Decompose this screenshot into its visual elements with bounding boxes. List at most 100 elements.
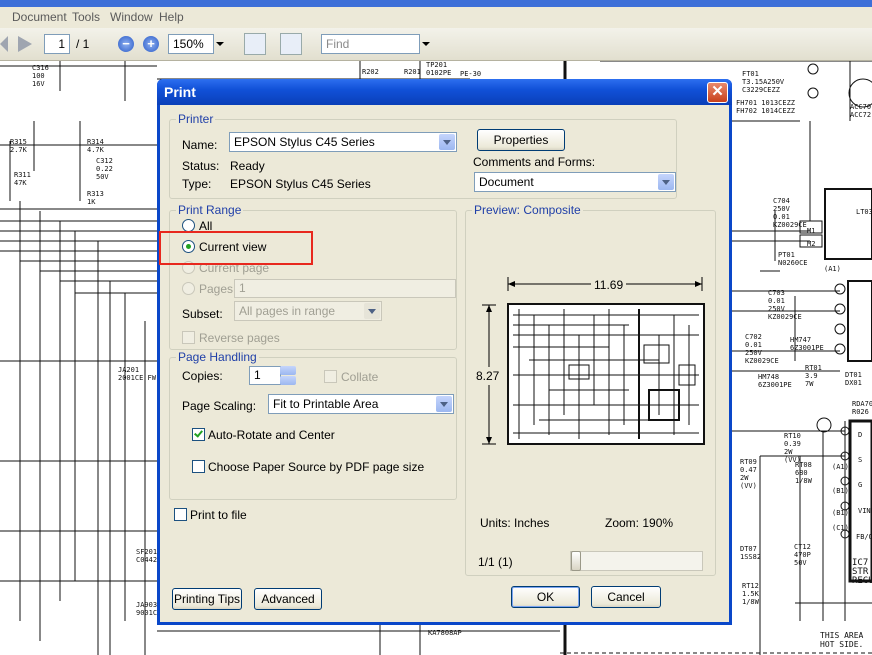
chevron-down-icon[interactable] bbox=[280, 376, 296, 385]
zoom-in-icon[interactable]: + bbox=[143, 36, 159, 52]
schematic-label: HM748 6Z3001PE bbox=[758, 373, 792, 389]
page-count: / 1 bbox=[76, 37, 90, 51]
schematic-label: FH701 1013CEZZ FH702 1014CEZZ bbox=[736, 99, 796, 115]
radio-pages-label[interactable]: Pages bbox=[199, 282, 233, 296]
menu-tools[interactable]: Tools bbox=[72, 10, 100, 24]
schematic-label: M1 bbox=[807, 227, 816, 235]
chevron-down-icon[interactable] bbox=[436, 396, 452, 412]
collate-label[interactable]: Collate bbox=[341, 370, 378, 384]
menu-window[interactable]: Window bbox=[110, 10, 153, 24]
schematic-label: HM747 6Z3001PE bbox=[790, 336, 824, 352]
printing-tips-button[interactable]: Printing Tips bbox=[172, 588, 242, 610]
dialog-title: Print bbox=[164, 84, 196, 100]
schematic-label: R314 4.7K bbox=[87, 138, 104, 154]
menu-document[interactable]: Document bbox=[12, 10, 67, 24]
schematic-label: G bbox=[858, 481, 863, 489]
schematic-label: CT12 470P 50V bbox=[794, 543, 811, 567]
comments-forms-select[interactable]: Document bbox=[474, 172, 676, 192]
schematic-label: (A1) bbox=[824, 265, 841, 273]
properties-button[interactable]: Properties bbox=[477, 129, 565, 151]
page-handling-section-title: Page Handling bbox=[176, 350, 259, 364]
slider-handle[interactable] bbox=[571, 551, 581, 571]
paper-source-checkbox[interactable] bbox=[192, 460, 205, 473]
schematic-label: TP201 0102PE bbox=[426, 61, 452, 77]
page-scaling-value: Fit to Printable Area bbox=[273, 397, 379, 411]
chevron-down-icon[interactable] bbox=[658, 174, 674, 190]
schematic-label: R202 bbox=[362, 68, 379, 76]
preview-page-info: 1/1 (1) bbox=[478, 555, 513, 569]
schematic-label: THIS AREA HOT SIDE. bbox=[820, 631, 864, 649]
preview-height: 8.27 bbox=[476, 367, 500, 385]
auto-rotate-checkbox[interactable] bbox=[192, 428, 205, 441]
print-range-section-title: Print Range bbox=[176, 203, 244, 217]
copies-label: Copies: bbox=[182, 369, 223, 383]
collate-checkbox[interactable] bbox=[324, 370, 337, 383]
schematic-label: C312 0.22 50V bbox=[96, 157, 113, 181]
close-icon[interactable]: ✕ bbox=[707, 82, 728, 103]
preview-page-thumbnail bbox=[507, 303, 705, 445]
print-to-file-label[interactable]: Print to file bbox=[190, 508, 247, 522]
chevron-down-icon[interactable] bbox=[364, 303, 380, 319]
schematic-label: S bbox=[858, 456, 863, 464]
previous-page-icon[interactable] bbox=[0, 36, 8, 52]
app-toolbar: 1 / 1 − + 150% Find bbox=[0, 28, 872, 61]
preview-section-title: Preview: Composite bbox=[472, 203, 583, 217]
fit-page-icon[interactable] bbox=[280, 33, 302, 55]
schematic-label: C704 250V 0.01 KZ0029CE bbox=[773, 197, 807, 229]
reverse-pages-label[interactable]: Reverse pages bbox=[199, 331, 280, 345]
cancel-button[interactable]: Cancel bbox=[591, 586, 661, 608]
schematic-label: M2 bbox=[807, 240, 816, 248]
printer-name-select[interactable]: EPSON Stylus C45 Series bbox=[229, 132, 457, 152]
zoom-out-icon[interactable]: − bbox=[118, 36, 134, 52]
app-title-bar bbox=[0, 0, 872, 7]
auto-rotate-label[interactable]: Auto-Rotate and Center bbox=[208, 428, 335, 442]
print-to-file-checkbox[interactable] bbox=[174, 508, 187, 521]
find-dropdown-icon[interactable] bbox=[422, 42, 430, 46]
schematic-label: (B1) bbox=[832, 487, 849, 495]
paper-source-label[interactable]: Choose Paper Source by PDF page size bbox=[208, 460, 424, 474]
schematic-label: (A1) bbox=[832, 463, 849, 471]
ok-button[interactable]: OK bbox=[511, 586, 580, 608]
preview-page-slider[interactable] bbox=[570, 551, 703, 571]
subset-value: All pages in range bbox=[239, 304, 336, 318]
schematic-label: LT03 bbox=[856, 208, 872, 216]
chevron-up-icon[interactable] bbox=[280, 366, 296, 375]
schematic-label: PE-30 bbox=[460, 70, 482, 78]
schematic-label: DT07 1SS82 bbox=[740, 545, 762, 561]
radio-pages[interactable] bbox=[182, 282, 195, 295]
page-scaling-select[interactable]: Fit to Printable Area bbox=[268, 394, 454, 414]
find-input[interactable]: Find bbox=[321, 34, 420, 54]
page-number-input[interactable]: 1 bbox=[44, 34, 70, 54]
schematic-label: R311 47K bbox=[14, 171, 31, 187]
next-page-icon[interactable] bbox=[18, 36, 32, 52]
copies-stepper[interactable] bbox=[280, 366, 296, 385]
schematic-label: FB/O bbox=[856, 533, 872, 541]
comments-forms-label: Comments and Forms: bbox=[473, 155, 596, 169]
menu-help[interactable]: Help bbox=[159, 10, 184, 24]
printer-status-label: Status: bbox=[182, 159, 220, 173]
zoom-value-input[interactable]: 150% bbox=[168, 34, 214, 54]
schematic-label: KA7808AP bbox=[428, 629, 462, 637]
chevron-down-icon[interactable] bbox=[439, 134, 455, 150]
printer-name-value: EPSON Stylus C45 Series bbox=[234, 135, 375, 149]
zoom-dropdown-icon[interactable] bbox=[216, 42, 224, 46]
schematic-label: RT12 1.5K 1/8W bbox=[742, 582, 759, 606]
schematic-label: R201 bbox=[404, 68, 421, 76]
schematic-label: DT01 DX01 bbox=[845, 371, 862, 387]
schematic-label: C316 100 16V bbox=[32, 64, 49, 88]
print-dialog: Print ✕ Printer Name: EPSON Stylus C45 S… bbox=[157, 79, 732, 625]
printer-type-label: Type: bbox=[182, 177, 212, 191]
dialog-title-bar[interactable]: Print ✕ bbox=[157, 79, 732, 105]
schematic-label: FT01 T3.15A250V C3229CEZZ bbox=[742, 70, 785, 94]
preview-units: Units: Inches bbox=[480, 516, 550, 530]
advanced-button[interactable]: Advanced bbox=[254, 588, 322, 610]
subset-select[interactable]: All pages in range bbox=[234, 301, 382, 321]
fit-width-icon[interactable] bbox=[244, 33, 266, 55]
printer-type-value: EPSON Stylus C45 Series bbox=[230, 177, 371, 191]
copies-input[interactable]: 1 bbox=[249, 366, 281, 385]
schematic-label: C703 0.01 250V KZ0029CE bbox=[768, 289, 802, 321]
pages-input[interactable]: 1 bbox=[234, 279, 456, 298]
printer-name-label: Name: bbox=[182, 138, 218, 152]
schematic-label: RT10 0.39 2W (VV) bbox=[784, 432, 801, 464]
reverse-pages-checkbox[interactable] bbox=[182, 331, 195, 344]
